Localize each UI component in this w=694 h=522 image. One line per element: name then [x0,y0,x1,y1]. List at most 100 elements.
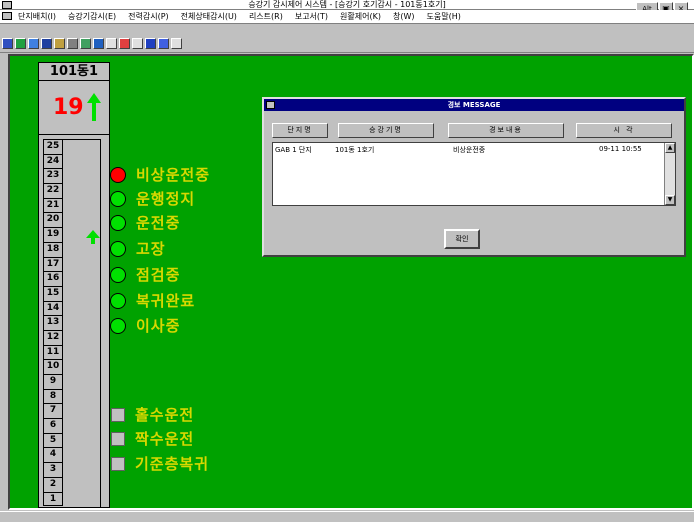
floor-cell: 12 [43,329,63,345]
floor-cell: 1 [43,491,63,507]
legend-moving: 이사중 [110,315,180,336]
status-lamp-red-icon [110,166,126,183]
elevator-panel: 101동1 19 25 24 23 22 21 20 19 18 17 16 15 14 13 12 11 1… [38,62,110,508]
column-elevator[interactable]: 승강기명 [338,123,434,138]
report-icon[interactable] [80,38,91,49]
elevator-name: 101동1 [39,63,109,81]
cell-elevator: 101동 1호기 [335,146,375,154]
alarm-list[interactable]: GAB 1 단지 101동 1호기 비상운전중 09-11 10:55 ▲ ▼ [272,142,676,206]
scroll-down-icon[interactable]: ▼ [665,195,675,205]
option-label: 기준층복귀 [135,455,210,473]
table-row[interactable]: GAB 1 단지 101동 1호기 비상운전중 09-11 10:55 [275,145,655,155]
cell-site: GAB 1 단지 [275,146,312,154]
status-lamp-green-icon [110,292,126,309]
column-message[interactable]: 경보내용 [448,123,564,138]
floor-cell: 10 [43,359,63,374]
menu-power-monitor[interactable]: 전력감시(P) [128,11,169,22]
ok-button[interactable]: 확인 [444,229,480,249]
legend-emergency: 비상운전중 [110,164,210,185]
floor-cell: 22 [43,183,63,198]
floor-cell: 13 [43,315,63,330]
legend-label: 비상운전중 [136,166,211,184]
legend-fault: 고장 [110,238,166,259]
print-icon[interactable] [132,38,143,49]
scroll-up-icon[interactable]: ▲ [665,143,675,153]
list-icon[interactable] [67,38,78,49]
status-lamp-green-icon [110,240,126,257]
menu-list[interactable]: 리스트(R) [249,11,283,22]
floor-cell: 23 [43,168,63,184]
legend-restored: 복귀완료 [110,290,195,311]
alarm-message-dialog: 경보 MESSAGE 단지명 승강기명 경보내용 시 각 GAB 1 단지 10… [262,97,686,257]
dialog-system-menu-icon[interactable] [266,101,275,109]
legend-running: 운전중 [110,212,180,233]
car-up-arrow-icon [86,230,100,244]
floor-cell: 15 [43,285,63,301]
settings-icon[interactable] [93,38,104,49]
column-time[interactable]: 시 각 [576,123,672,138]
legend-label: 점검중 [136,266,181,284]
menu-report[interactable]: 보고서(T) [295,11,328,22]
elevator-shaft [63,139,101,508]
current-floor: 19 [53,95,84,120]
option-even-floors[interactable]: 짝수운전 [111,428,194,449]
dialog-title: 경보 MESSAGE [264,99,684,111]
vertical-scrollbar[interactable]: ▲ ▼ [664,143,675,205]
title-bar: 승강기 감시제어 시스템 - [승강기 호기감시 - 101동1호기] [0,0,694,10]
cell-time: 09-11 10:55 [599,145,642,153]
even-floors-checkbox[interactable] [111,431,125,446]
floor-cell: 3 [43,462,63,477]
floor-cell: 20 [43,212,63,228]
child-system-menu-icon[interactable] [2,12,12,20]
menu-remote-control[interactable]: 원활제어(K) [340,11,381,22]
window-title: 승강기 감시제어 시스템 - [승강기 호기감시 - 101동1호기] [248,0,446,9]
floor-indicator: 25 24 23 22 21 20 19 18 17 16 15 14 13 12 11 10 9 8 7 6 5 4 3 2… [43,139,63,507]
legend-label: 고장 [136,240,166,258]
base-floor-return-checkbox[interactable] [111,456,125,471]
legend-label: 복귀완료 [136,292,196,310]
menu-bar: 단지배치(I) 승강기감시(E) 전력감시(P) 전체상태감시(U) 리스트(R… [0,10,694,24]
option-odd-floors[interactable]: 홀수운전 [111,404,194,425]
odd-floors-checkbox[interactable] [111,407,125,422]
option-base-floor-return[interactable]: 기준층복귀 [111,453,209,474]
option-label: 홀수운전 [135,406,195,424]
menu-window[interactable]: 창(W) [393,11,415,22]
table-icon[interactable] [158,38,169,49]
menu-help[interactable]: 도움말(H) [427,11,461,22]
floor-cell: 25 [43,139,63,154]
status-lamp-green-icon [110,214,126,231]
alarm-icon[interactable] [119,38,130,49]
menu-elevator-monitor[interactable]: 승강기감시(E) [68,11,116,22]
legend-label: 이사중 [136,317,181,335]
floor-cell: 4 [43,447,63,463]
cell-message: 비상운전중 [453,146,486,154]
grid-icon[interactable] [28,38,39,49]
app-window: 승강기 감시제어 시스템 - [승강기 호기감시 - 101동1호기] Alt … [0,0,694,522]
floor-cell: 5 [43,432,63,448]
option-label: 짝수운전 [135,430,195,448]
camera-icon[interactable] [106,38,117,49]
home-icon[interactable] [2,38,13,49]
status-bar [0,511,694,522]
floor-cell: 24 [43,153,63,169]
legend-label: 운행정지 [136,190,196,208]
floor-cell: 7 [43,403,63,419]
layout-icon[interactable] [171,38,182,49]
column-site[interactable]: 단지명 [272,123,328,138]
legend-inspection: 점검중 [110,264,180,285]
floor-cell: 18 [43,241,63,257]
chart-icon[interactable] [54,38,65,49]
menu-site-layout[interactable]: 단지배치(I) [18,11,56,22]
floor-cell: 19 [43,227,63,242]
building-icon[interactable] [15,38,26,49]
monitor-icon[interactable] [41,38,52,49]
window-icon[interactable] [145,38,156,49]
floor-cell: 9 [43,374,63,389]
status-lamp-green-icon [110,266,126,283]
legend-stopped: 운행정지 [110,188,195,209]
floor-cell: 11 [43,344,63,360]
status-lamp-green-icon [110,190,126,207]
menu-overall-status[interactable]: 전체상태감시(U) [181,11,237,22]
legend-label: 운전중 [136,214,181,232]
floor-cell: 16 [43,271,63,286]
